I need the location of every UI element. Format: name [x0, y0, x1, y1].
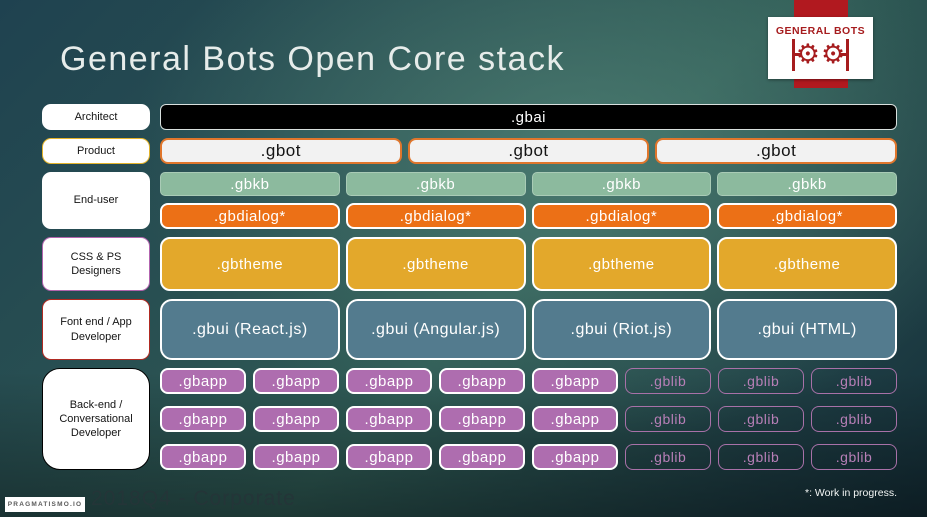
box-gbtheme: .gbtheme [531, 237, 712, 291]
band-enduser: End-user .gbkb .gbkb .gbkb .gbkb .gbdialog* .g… [42, 172, 897, 229]
stack-row: .gbai [160, 104, 897, 130]
role-label-product: Product [42, 138, 150, 164]
box-gbkb: .gbkb [531, 172, 712, 196]
box-gbapp: .gbapp [346, 368, 432, 394]
box-gbtheme: .gbtheme [717, 237, 897, 291]
box-gblib: .gblib [811, 406, 897, 432]
stack-row: .gbui (React.js) .gbui (Angular.js) .gbui … [160, 299, 897, 360]
stack-row: .gbapp .gbapp .gbapp .gbapp .gbapp .gblib .gbl… [160, 406, 897, 432]
box-gblib: .gblib [718, 406, 804, 432]
box-gbot: .gbot [655, 138, 897, 164]
stack-row: .gbapp .gbapp .gbapp .gbapp .gbapp .gblib .gbl… [160, 444, 897, 470]
box-gbdialog: .gbdialog* [717, 203, 897, 229]
core-stack-diagram: Architect .gbai Product .gbot .gbot .gbot End-… [42, 104, 897, 478]
box-gbapp: .gbapp [160, 444, 246, 470]
box-gbui: .gbui (Angular.js) [345, 299, 526, 360]
brand-name: GENERAL BOTS [775, 24, 866, 37]
box-gblib: .gblib [625, 406, 711, 432]
box-gbui: .gbui (HTML) [717, 299, 897, 360]
box-gbapp: .gbapp [346, 444, 432, 470]
role-label-frontend: Font end / App Developer [42, 299, 150, 360]
box-gbapp: .gbapp [253, 444, 339, 470]
logo-bar-left [791, 38, 802, 71]
box-gblib: .gblib [811, 368, 897, 394]
band-frontend: Font end / App Developer .gbui (React.js)… [42, 299, 897, 360]
page-title: General Bots Open Core stack [60, 40, 566, 78]
band-designers: CSS & PS Designers .gbtheme .gbtheme .gbthe… [42, 237, 897, 291]
work-in-progress-note: *: Work in progress. [804, 487, 897, 499]
box-gbapp: .gbapp [160, 368, 246, 394]
box-gbui: .gbui (React.js) [160, 299, 340, 360]
logo-bar-right [839, 38, 850, 71]
role-label-architect: Architect [42, 104, 150, 130]
box-gblib: .gblib [625, 444, 711, 470]
footer-slide-text: 2018Q4 - Corporate [91, 487, 296, 510]
gears-icon: ⚙ ⚙ [791, 38, 850, 72]
box-gbdialog: .gbdialog* [160, 203, 340, 229]
box-gbapp: .gbapp [439, 406, 525, 432]
box-gbapp: .gbapp [253, 368, 339, 394]
box-gblib: .gblib [625, 368, 711, 394]
box-gblib: .gblib [811, 444, 897, 470]
box-gbapp: .gbapp [532, 368, 618, 394]
role-label-enduser: End-user [42, 172, 150, 229]
band-architect: Architect .gbai [42, 104, 897, 130]
stack-row: .gbdialog* .gbdialog* .gbdialog* .gbdialog* [160, 203, 897, 229]
box-gbkb: .gbkb [717, 172, 897, 196]
box-gbapp: .gbapp [253, 406, 339, 432]
general-bots-logo: GENERAL BOTS ⚙ ⚙ [768, 17, 873, 79]
box-gbapp: .gbapp [439, 368, 525, 394]
stack-row: .gbapp .gbapp .gbapp .gbapp .gbapp .gblib .gbl… [160, 368, 897, 394]
box-gbapp: .gbapp [532, 444, 618, 470]
band-backend: Back-end / Conversational Developer .gbap… [42, 368, 897, 470]
box-gblib: .gblib [718, 444, 804, 470]
stack-row: .gbot .gbot .gbot [160, 138, 897, 164]
role-label-backend: Back-end / Conversational Developer [42, 368, 150, 470]
stack-row: .gbkb .gbkb .gbkb .gbkb [160, 172, 897, 196]
box-gbdialog: .gbdialog* [345, 203, 526, 229]
box-gbtheme: .gbtheme [160, 237, 340, 291]
box-gbkb: .gbkb [345, 172, 526, 196]
box-gbapp: .gbapp [439, 444, 525, 470]
box-gbtheme: .gbtheme [345, 237, 526, 291]
box-gbai: .gbai [160, 104, 897, 130]
box-gbapp: .gbapp [160, 406, 246, 432]
box-gbapp: .gbapp [346, 406, 432, 432]
box-gbkb: .gbkb [160, 172, 340, 196]
box-gbapp: .gbapp [532, 406, 618, 432]
box-gblib: .gblib [718, 368, 804, 394]
box-gbdialog: .gbdialog* [531, 203, 712, 229]
role-label-designers: CSS & PS Designers [42, 237, 150, 291]
box-gbot: .gbot [160, 138, 402, 164]
stack-row: .gbtheme .gbtheme .gbtheme .gbtheme [160, 237, 897, 291]
box-gbui: .gbui (Riot.js) [531, 299, 712, 360]
box-gbot: .gbot [407, 138, 650, 164]
footer-brand-badge: PRAGMATISMO.IO [5, 497, 85, 512]
band-product: Product .gbot .gbot .gbot [42, 138, 897, 164]
